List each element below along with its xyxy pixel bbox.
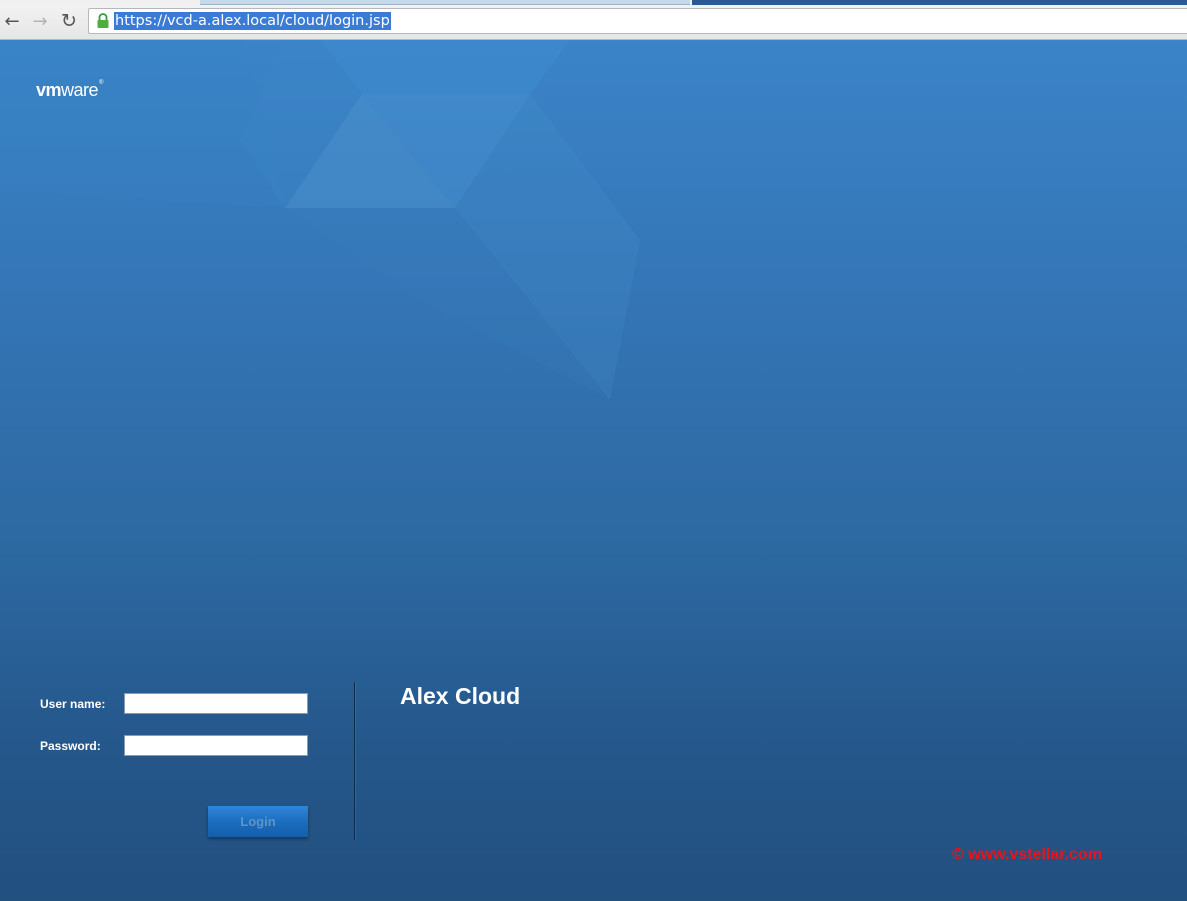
browser-toolbar: ← → ↻ https://vcd-a.alex.local/cloud/log… xyxy=(0,0,1187,40)
back-arrow-icon[interactable]: ← xyxy=(1,10,23,32)
username-label: User name: xyxy=(40,697,106,711)
tab-active[interactable] xyxy=(200,0,690,5)
forward-arrow-icon[interactable]: → xyxy=(29,10,51,32)
reload-icon[interactable]: ↻ xyxy=(58,10,80,32)
login-page: vmware® User name: Password: Login Alex … xyxy=(0,40,1187,901)
password-input[interactable] xyxy=(124,735,308,756)
password-label: Password: xyxy=(40,739,101,753)
lock-icon xyxy=(97,13,109,28)
organization-title: Alex Cloud xyxy=(400,683,521,709)
address-bar[interactable]: https://vcd-a.alex.local/cloud/login.jsp xyxy=(88,8,1187,34)
vmware-logo: vmware® xyxy=(36,80,103,100)
username-input[interactable] xyxy=(124,693,308,714)
tab-strip xyxy=(0,0,1187,5)
url-text[interactable]: https://vcd-a.alex.local/cloud/login.jsp xyxy=(114,12,391,30)
copyright-watermark: © www.vstellar.com xyxy=(952,846,1102,863)
background-facets xyxy=(0,40,640,400)
login-button[interactable]: Login xyxy=(208,806,308,837)
divider xyxy=(354,682,355,840)
tab-inactive[interactable] xyxy=(692,0,1187,5)
